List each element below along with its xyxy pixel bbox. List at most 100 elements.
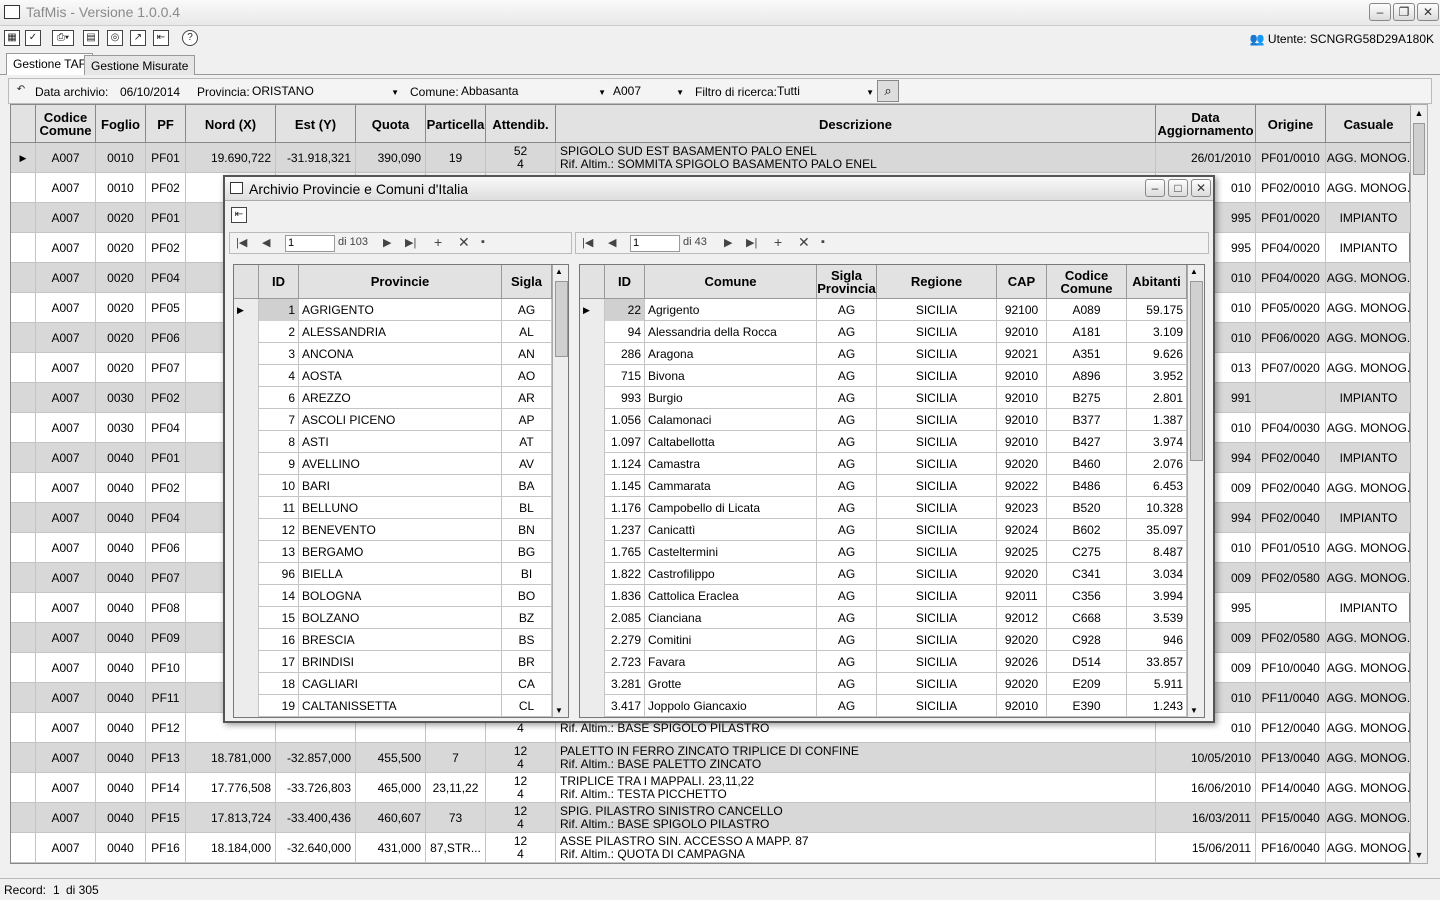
export-icon[interactable]: ↗ bbox=[130, 30, 146, 46]
cell-sigla[interactable]: BI bbox=[502, 563, 552, 585]
cell-cap[interactable]: 92010 bbox=[997, 695, 1047, 717]
undo-icon[interactable]: ↶ bbox=[13, 83, 29, 99]
row-selector[interactable] bbox=[11, 173, 36, 203]
cell-cap[interactable]: 92010 bbox=[997, 431, 1047, 453]
cell-casuale[interactable]: AGG. MONOG. bbox=[1326, 803, 1411, 833]
list-item[interactable]: 3 ANCONA AN bbox=[234, 343, 552, 365]
list-item[interactable]: 2.723 Favara AG SICILIA 92026 D514 33.857 bbox=[580, 651, 1187, 673]
cell-id[interactable]: 1 bbox=[259, 299, 299, 321]
cell-sigla-provincia[interactable]: AG bbox=[817, 299, 877, 321]
row-selector[interactable] bbox=[234, 497, 259, 519]
cell-pf[interactable]: PF06 bbox=[146, 533, 186, 563]
cell-provincia[interactable]: ASTI bbox=[299, 431, 502, 453]
list-item[interactable]: 1.176 Campobello di Licata AG SICILIA 92023 B… bbox=[580, 497, 1187, 519]
cell-sigla-provincia[interactable]: AG bbox=[817, 563, 877, 585]
list-item[interactable]: 3.281 Grotte AG SICILIA 92020 E209 5.911 bbox=[580, 673, 1187, 695]
cell-foglio[interactable]: 0020 bbox=[96, 323, 146, 353]
cell-regione[interactable]: SICILIA bbox=[877, 453, 997, 475]
list-item[interactable]: 1.056 Calamonaci AG SICILIA 92010 B377 1.387 bbox=[580, 409, 1187, 431]
cell-provincia[interactable]: AREZZO bbox=[299, 387, 502, 409]
cell-casuale[interactable]: AGG. MONOG. bbox=[1326, 773, 1411, 803]
cell-codice-comune[interactable]: A007 bbox=[36, 203, 96, 233]
cell-cap[interactable]: 92010 bbox=[997, 409, 1047, 431]
cell-id[interactable]: 6 bbox=[259, 387, 299, 409]
cell-id[interactable]: 22 bbox=[605, 299, 645, 321]
cell-origine[interactable]: PF04/0030 bbox=[1256, 413, 1326, 443]
cell-id[interactable]: 1.822 bbox=[605, 563, 645, 585]
cell-comune[interactable]: Alessandria della Rocca bbox=[645, 321, 817, 343]
cell-origine[interactable]: PF16/0040 bbox=[1256, 833, 1326, 863]
cell-sigla[interactable]: BN bbox=[502, 519, 552, 541]
row-selector[interactable] bbox=[580, 387, 605, 409]
cell-regione[interactable]: SICILIA bbox=[877, 695, 997, 717]
scroll-up-icon[interactable]: ▲ bbox=[1190, 267, 1198, 276]
cell-id[interactable]: 96 bbox=[259, 563, 299, 585]
row-selector[interactable] bbox=[580, 673, 605, 695]
cell-cap[interactable]: 92100 bbox=[997, 299, 1047, 321]
cell-descrizione[interactable]: ASSE PILASTRO SIN. ACCESSO A MAPP. 87 Rif… bbox=[556, 833, 1156, 863]
cell-est[interactable]: -32.857,000 bbox=[276, 743, 356, 773]
row-selector[interactable] bbox=[580, 695, 605, 717]
cell-foglio[interactable]: 0040 bbox=[96, 503, 146, 533]
cell-foglio[interactable]: 0010 bbox=[96, 143, 146, 173]
cell-foglio[interactable]: 0040 bbox=[96, 473, 146, 503]
cell-id[interactable]: 4 bbox=[259, 365, 299, 387]
cell-foglio[interactable]: 0030 bbox=[96, 413, 146, 443]
list-item[interactable]: 14 BOLOGNA BO bbox=[234, 585, 552, 607]
cell-pf[interactable]: PF16 bbox=[146, 833, 186, 863]
cell-abitanti[interactable]: 8.487 bbox=[1127, 541, 1187, 563]
cell-id[interactable]: 17 bbox=[259, 651, 299, 673]
cell-comune[interactable]: Casteltermini bbox=[645, 541, 817, 563]
cell-cap[interactable]: 92010 bbox=[997, 387, 1047, 409]
cell-cap[interactable]: 92022 bbox=[997, 475, 1047, 497]
dialog-maximize-button[interactable]: □ bbox=[1168, 179, 1188, 197]
cell-origine[interactable]: PF06/0020 bbox=[1256, 323, 1326, 353]
header-abitanti[interactable]: Abitanti bbox=[1127, 265, 1187, 299]
cell-codice-comune[interactable]: A007 bbox=[36, 413, 96, 443]
cell-codice-comune[interactable]: A007 bbox=[36, 263, 96, 293]
exit-icon[interactable]: ⇤ bbox=[153, 30, 169, 46]
cell-origine[interactable]: PF12/0040 bbox=[1256, 713, 1326, 743]
cell-cap[interactable]: 92011 bbox=[997, 585, 1047, 607]
cell-data-aggiornamento[interactable]: 15/06/2011 bbox=[1156, 833, 1256, 863]
cell-regione[interactable]: SICILIA bbox=[877, 607, 997, 629]
cell-codice-comune[interactable]: A007 bbox=[36, 233, 96, 263]
cell-sigla-provincia[interactable]: AG bbox=[817, 585, 877, 607]
scroll-down-icon[interactable]: ▼ bbox=[1411, 847, 1427, 863]
row-selector[interactable] bbox=[11, 743, 36, 773]
row-selector[interactable] bbox=[11, 473, 36, 503]
cell-codice-comune[interactable]: A007 bbox=[36, 173, 96, 203]
cell-id[interactable]: 11 bbox=[259, 497, 299, 519]
cell-cap[interactable]: 92010 bbox=[997, 365, 1047, 387]
row-selector[interactable] bbox=[580, 629, 605, 651]
cell-casuale[interactable]: AGG. MONOG. bbox=[1326, 683, 1411, 713]
cell-descrizione[interactable]: PALETTO IN FERRO ZINCATO TRIPLICE DI CON… bbox=[556, 743, 1156, 773]
cell-quota[interactable]: 390,090 bbox=[356, 143, 426, 173]
cell-codice-comune[interactable]: A007 bbox=[36, 353, 96, 383]
cell-attendib[interactable]: 52 4 bbox=[486, 143, 556, 173]
cell-sigla[interactable]: BA bbox=[502, 475, 552, 497]
list-item[interactable]: 1.765 Casteltermini AG SICILIA 92025 C275 8.48… bbox=[580, 541, 1187, 563]
list-item[interactable]: 17 BRINDISI BR bbox=[234, 651, 552, 673]
row-selector[interactable] bbox=[580, 365, 605, 387]
cell-sigla[interactable]: AR bbox=[502, 387, 552, 409]
next-page-icon[interactable]: ▶ bbox=[724, 236, 732, 249]
row-selector[interactable] bbox=[11, 413, 36, 443]
list-item[interactable]: 12 BENEVENTO BN bbox=[234, 519, 552, 541]
row-selector[interactable] bbox=[580, 585, 605, 607]
cell-sigla[interactable]: BS bbox=[502, 629, 552, 651]
cell-codice-comune[interactable]: A181 bbox=[1047, 321, 1127, 343]
row-selector[interactable] bbox=[234, 541, 259, 563]
header-pf[interactable]: PF bbox=[146, 105, 186, 143]
provincie-scrollbar[interactable]: ▲ ▼ bbox=[552, 265, 568, 717]
cell-comune[interactable]: Cammarata bbox=[645, 475, 817, 497]
cell-id[interactable]: 7 bbox=[259, 409, 299, 431]
cell-sigla-provincia[interactable]: AG bbox=[817, 651, 877, 673]
cell-codice-comune[interactable]: B460 bbox=[1047, 453, 1127, 475]
cell-sigla-provincia[interactable]: AG bbox=[817, 541, 877, 563]
cell-casuale[interactable]: AGG. MONOG. bbox=[1326, 743, 1411, 773]
cell-codice-comune[interactable]: A007 bbox=[36, 563, 96, 593]
cell-pf[interactable]: PF01 bbox=[146, 143, 186, 173]
cell-origine[interactable]: PF01/0010 bbox=[1256, 143, 1326, 173]
cell-casuale[interactable]: AGG. MONOG. bbox=[1326, 833, 1411, 863]
